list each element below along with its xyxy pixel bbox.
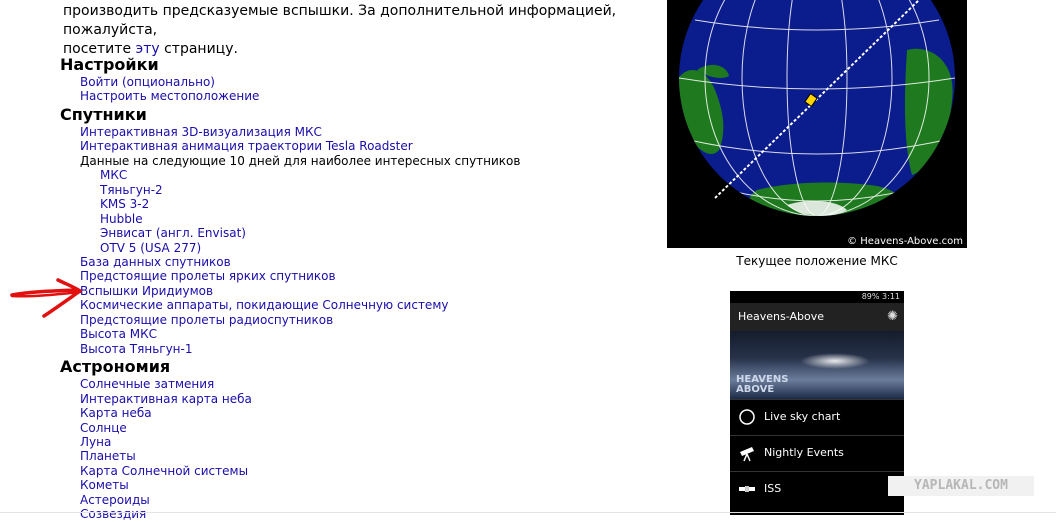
satellite-link[interactable]: Высота МКС — [80, 327, 157, 341]
satellite-link[interactable]: Высота Тяньгун-1 — [80, 342, 193, 356]
satellite-link[interactable]: Интерактивная 3D-визуализация МКС — [80, 125, 322, 139]
phone-menu-item: Nightly Events — [730, 435, 904, 471]
satellite-sublink[interactable]: KMS 3-2 — [100, 197, 149, 211]
satellite-sublink[interactable]: МКС — [100, 168, 127, 182]
satellite-sublink[interactable]: Энвисат (англ. Envisat) — [100, 226, 246, 240]
phone-menu-item: ISS — [730, 471, 904, 507]
satellite-link[interactable]: Предстоящие пролеты ярких спутников — [80, 269, 336, 283]
globe-caption: Текущее положение МКС — [736, 254, 898, 268]
globe-icon — [667, 0, 967, 248]
section-title-astronomy: Астрономия — [60, 357, 171, 377]
red-arrow-annotation — [10, 278, 82, 318]
phone-banner: HEAVENS ABOVE — [730, 331, 904, 399]
satellite-link[interactable]: Предстоящие пролеты радиоспутников — [80, 313, 333, 327]
astronomy-link[interactable]: Планеты — [80, 449, 136, 463]
section-title-settings: Настройки — [60, 55, 159, 74]
iridium-flares-link[interactable]: Вспышки Иридиумов — [80, 284, 213, 298]
satellite-icon — [739, 486, 755, 492]
astronomy-link[interactable]: Луна — [80, 435, 111, 449]
globe-credit: © Heavens-Above.com — [847, 236, 963, 247]
sun-glow — [800, 353, 870, 369]
settings-list: Войти (опционально) Настроить местополож… — [60, 75, 660, 104]
main-menu: Настройки Войти (опционально) Настроить … — [60, 54, 660, 522]
settings-icon: ✺ — [887, 309, 898, 324]
satellite-link[interactable]: База данных спутников — [80, 255, 231, 269]
telescope-icon — [740, 447, 754, 462]
phone-menu-label: Live sky chart — [764, 410, 841, 423]
astronomy-link[interactable]: Солнечные затмения — [80, 377, 214, 391]
phone-menu-item: Live sky chart — [730, 399, 904, 435]
astronomy-link[interactable]: Карта неба — [80, 406, 152, 420]
satellite-sublist: МКС Тяньгун-2 KMS 3-2 Hubble Энвисат (ан… — [80, 168, 660, 255]
astronomy-link[interactable]: Созвездия — [80, 507, 146, 521]
iss-globe-image: © Heavens-Above.com — [667, 0, 967, 248]
phone-brand: HEAVENS ABOVE — [736, 375, 788, 395]
watermark: YAPLAKAL.COM — [888, 476, 1034, 496]
phone-status-bar: 89% 3:11 — [730, 291, 904, 303]
settings-link[interactable]: Настроить местоположение — [80, 89, 259, 103]
phone-menu-label: Nightly Events — [764, 446, 844, 459]
section-title-satellites: Спутники — [60, 104, 147, 124]
intro-text: производить предсказуемые вспышки. За до… — [63, 2, 663, 59]
phone-app-bar: Heavens-Above ✺ — [730, 303, 904, 331]
satellite-sublink[interactable]: OTV 5 (USA 277) — [100, 241, 201, 255]
satellites-subheader: Данные на следующие 10 дней для наиболее… — [80, 153, 521, 168]
settings-link[interactable]: Войти (опционально) — [80, 75, 215, 89]
satellite-link[interactable]: Интерактивная анимация траектории Tesla … — [80, 139, 413, 153]
astronomy-link[interactable]: Карта Солнечной системы — [80, 464, 248, 478]
astronomy-link[interactable]: Кометы — [80, 478, 129, 492]
compass-icon — [739, 409, 755, 425]
brand-line-2: ABOVE — [736, 384, 775, 395]
satellite-link[interactable]: Космические аппараты, покидающие Солнечн… — [80, 298, 448, 312]
astronomy-link[interactable]: Интерактивная карта неба — [80, 392, 252, 406]
astronomy-list: Солнечные затмения Интерактивная карта н… — [60, 377, 660, 522]
intro-line-1: производить предсказуемые вспышки. За до… — [63, 3, 617, 38]
astronomy-link[interactable]: Солнце — [80, 421, 127, 435]
phone-menu-label: ISS — [764, 482, 782, 495]
phone-app-title: Heavens-Above — [738, 310, 825, 323]
satellite-sublink[interactable]: Тяньгун-2 — [100, 183, 163, 197]
bottom-divider — [0, 512, 1056, 513]
satellites-list: Интерактивная 3D-визуализация МКС Интера… — [60, 125, 660, 356]
phone-app-screenshot: 89% 3:11 Heavens-Above ✺ HEAVENS ABOVE L… — [730, 291, 904, 515]
satellite-sublink[interactable]: Hubble — [100, 212, 143, 226]
astronomy-link[interactable]: Астероиды — [80, 493, 150, 507]
